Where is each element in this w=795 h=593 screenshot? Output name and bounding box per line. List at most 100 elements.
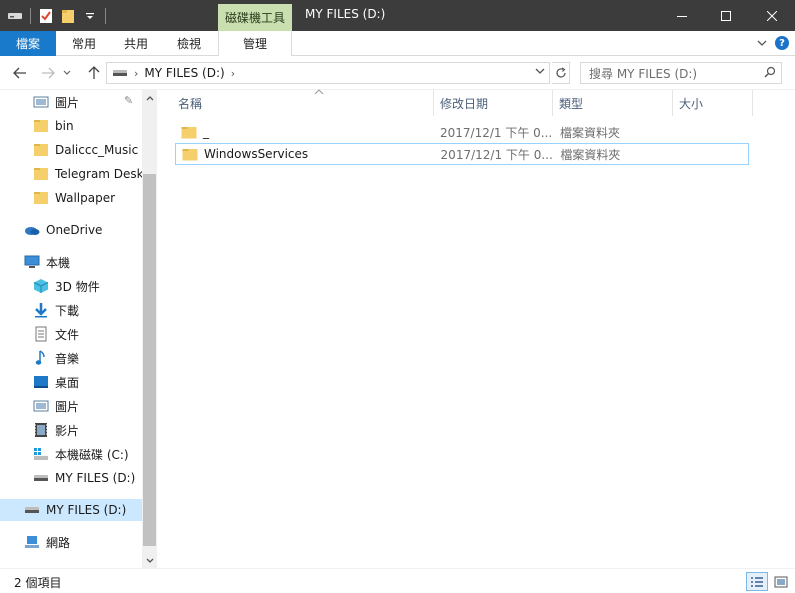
table-row[interactable]: WindowsServices 2017/12/1 下午 0... 檔案資料夾 bbox=[175, 143, 749, 165]
folder-icon bbox=[33, 142, 49, 158]
arrow-up-icon bbox=[88, 66, 100, 79]
column-header-date[interactable]: 修改日期 bbox=[434, 90, 553, 116]
column-header-type[interactable]: 類型 bbox=[553, 90, 673, 116]
nav-item-label: 下載 bbox=[55, 303, 80, 318]
forward-button[interactable] bbox=[38, 64, 58, 82]
nav-item-label: 圖片 bbox=[55, 399, 80, 414]
back-button[interactable] bbox=[10, 64, 30, 82]
navigation-pane: 圖片 ✎ bin Daliccc_Music Telegram Deskt Wa… bbox=[0, 90, 142, 568]
maximize-icon bbox=[721, 10, 731, 21]
minimize-button[interactable] bbox=[659, 0, 705, 31]
tab-home[interactable]: 常用 bbox=[58, 31, 110, 56]
sort-ascending-icon bbox=[314, 87, 324, 98]
help-icon[interactable]: ? bbox=[775, 36, 789, 50]
large-icons-view-button[interactable] bbox=[770, 572, 792, 591]
refresh-button[interactable] bbox=[552, 62, 570, 84]
chevron-down-icon bbox=[146, 558, 153, 563]
file-list: 名稱 修改日期 類型 大小 _ 2017/12/1 下午 0... 檔案資料夾 … bbox=[157, 87, 795, 568]
refresh-icon bbox=[555, 67, 566, 78]
recent-locations-button[interactable] bbox=[60, 64, 74, 82]
nav-item-daliccc-music[interactable]: Daliccc_Music bbox=[0, 139, 142, 161]
arrow-left-icon bbox=[13, 67, 26, 79]
nav-item-label: 本機磁碟 (C:) bbox=[55, 447, 129, 462]
scroll-up-button[interactable] bbox=[142, 90, 157, 105]
column-header-size[interactable]: 大小 bbox=[673, 90, 753, 116]
tab-file[interactable]: 檔案 bbox=[0, 31, 56, 56]
properties-icon[interactable] bbox=[37, 7, 55, 25]
nav-item-downloads[interactable]: 下載 bbox=[0, 299, 142, 321]
nav-item-wallpaper[interactable]: Wallpaper bbox=[0, 187, 142, 209]
breadcrumb-separator-icon[interactable]: › bbox=[231, 67, 235, 80]
title-bar: 磁碟機工具 MY FILES (D:) bbox=[0, 0, 795, 31]
nav-item-label: Telegram Deskt bbox=[55, 167, 142, 181]
ribbon-right-controls: ? bbox=[757, 36, 789, 50]
ribbon-tab-bar: 檔案 常用 共用 檢視 管理 ? bbox=[0, 31, 795, 56]
folder-icon bbox=[182, 148, 198, 161]
navigation-scrollbar[interactable] bbox=[142, 90, 157, 568]
breadcrumb-separator-icon[interactable]: › bbox=[134, 67, 138, 80]
nav-item-my-files-d[interactable]: MY FILES (D:) bbox=[0, 467, 142, 489]
column-header-name[interactable]: 名稱 bbox=[172, 87, 434, 116]
drive-icon bbox=[112, 68, 128, 78]
maximize-button[interactable] bbox=[703, 0, 749, 31]
details-view-button[interactable] bbox=[746, 572, 768, 591]
scroll-thumb[interactable] bbox=[143, 174, 156, 546]
nav-item-label: 網路 bbox=[46, 535, 71, 550]
nav-item-onedrive[interactable]: OneDrive bbox=[0, 219, 142, 241]
nav-item-desktop[interactable]: 桌面 bbox=[0, 371, 142, 393]
address-dropdown-button[interactable] bbox=[535, 67, 545, 75]
nav-item-telegram-desktop[interactable]: Telegram Deskt bbox=[0, 163, 142, 185]
tab-view[interactable]: 檢視 bbox=[162, 31, 216, 56]
nav-item-this-pc[interactable]: 本機 bbox=[0, 251, 142, 273]
nav-item-label: Wallpaper bbox=[55, 191, 116, 205]
minimize-icon bbox=[677, 15, 687, 17]
nav-item-local-disk-c[interactable]: 本機磁碟 (C:) bbox=[0, 443, 142, 465]
file-name: WindowsServices bbox=[204, 147, 309, 161]
column-header-label: 名稱 bbox=[178, 96, 203, 111]
system-drive-icon bbox=[33, 446, 49, 462]
drive-icon[interactable] bbox=[6, 7, 24, 25]
table-row[interactable]: _ 2017/12/1 下午 0... 檔案資料夾 bbox=[175, 121, 749, 143]
network-icon bbox=[24, 534, 40, 550]
new-folder-icon[interactable] bbox=[59, 7, 77, 25]
search-icon[interactable] bbox=[759, 66, 781, 81]
tab-manage[interactable]: 管理 bbox=[218, 31, 292, 56]
nav-item-label: MY FILES (D:) bbox=[55, 471, 136, 485]
nav-item-my-files-d-drive[interactable]: MY FILES (D:) bbox=[0, 499, 142, 521]
nav-item-label: 文件 bbox=[55, 327, 80, 342]
nav-item-videos[interactable]: 影片 bbox=[0, 419, 142, 441]
nav-item-network[interactable]: 網路 bbox=[0, 531, 142, 553]
nav-item-music[interactable]: 音樂 bbox=[0, 347, 142, 369]
nav-item-label: 影片 bbox=[55, 423, 80, 438]
breadcrumb-item[interactable]: MY FILES (D:) bbox=[144, 66, 224, 80]
nav-item-pictures[interactable]: 圖片 bbox=[0, 395, 142, 417]
file-date: 2017/12/1 下午 0... bbox=[440, 125, 553, 140]
up-button[interactable] bbox=[84, 64, 104, 82]
pin-icon[interactable]: ✎ bbox=[124, 94, 133, 107]
downloads-icon bbox=[33, 302, 49, 318]
customize-toolbar-icon[interactable] bbox=[81, 7, 99, 25]
nav-item-label: 桌面 bbox=[55, 375, 80, 390]
nav-item-label: OneDrive bbox=[46, 223, 103, 237]
close-button[interactable] bbox=[749, 0, 795, 31]
nav-item-documents[interactable]: 文件 bbox=[0, 323, 142, 345]
arrow-right-icon bbox=[42, 67, 55, 79]
status-bar: 2 個項目 bbox=[0, 568, 795, 593]
tab-share[interactable]: 共用 bbox=[110, 31, 162, 56]
item-count: 2 個項目 bbox=[14, 576, 62, 590]
toolbar-separator bbox=[30, 8, 31, 24]
pictures-icon bbox=[33, 94, 49, 110]
address-bar[interactable]: › MY FILES (D:) › bbox=[106, 62, 550, 84]
nav-item-3d-objects[interactable]: 3D 物件 bbox=[0, 275, 142, 297]
context-tab-title: 磁碟機工具 bbox=[218, 4, 292, 31]
nav-item-bin[interactable]: bin bbox=[0, 115, 142, 137]
toolbar-separator bbox=[105, 8, 106, 24]
chevron-down-icon bbox=[535, 68, 545, 74]
search-input[interactable]: 搜尋 MY FILES (D:) bbox=[580, 62, 782, 84]
file-name: _ bbox=[203, 125, 209, 139]
scroll-down-button[interactable] bbox=[142, 553, 157, 568]
file-date: 2017/12/1 下午 0... bbox=[440, 147, 553, 162]
expand-ribbon-icon[interactable] bbox=[757, 36, 767, 50]
nav-item-pictures-pinned[interactable]: 圖片 ✎ bbox=[0, 91, 142, 113]
nav-item-label: bin bbox=[55, 119, 74, 133]
